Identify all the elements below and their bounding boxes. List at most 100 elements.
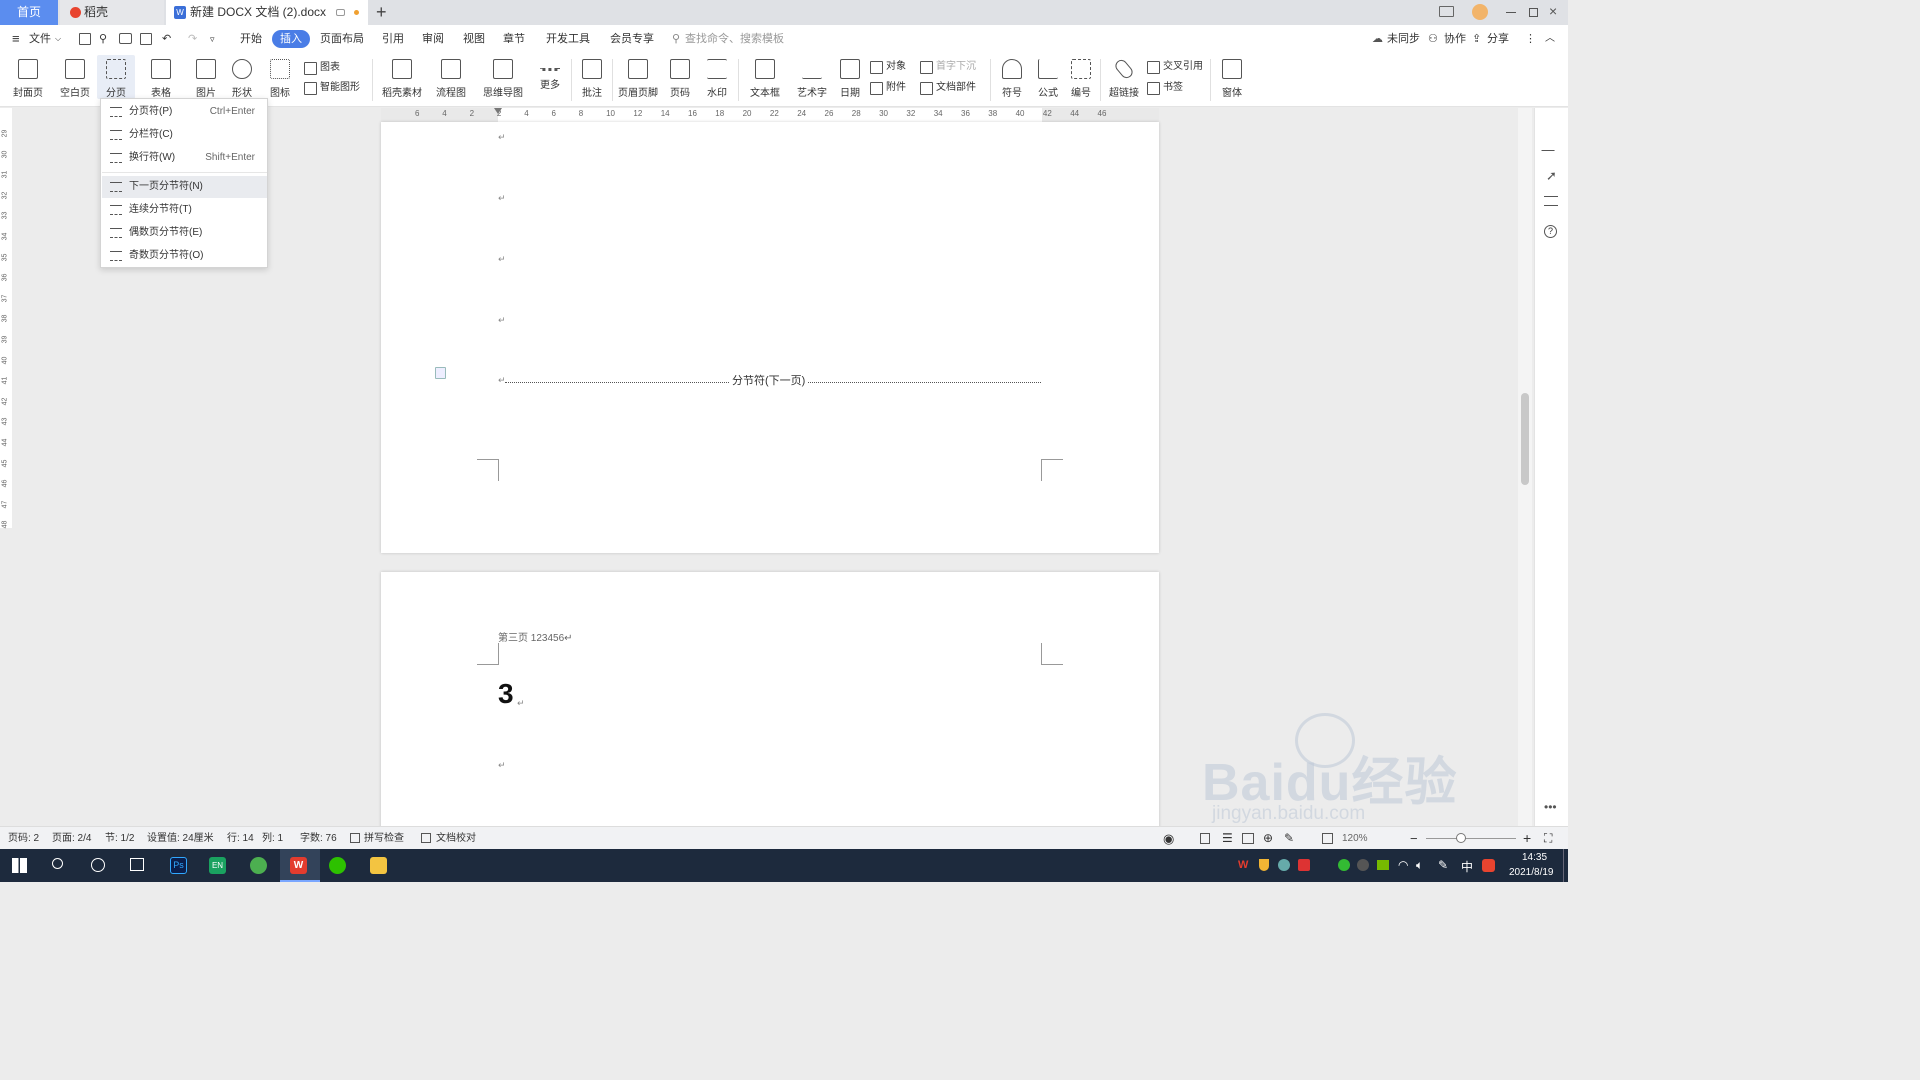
menu-item-line-break[interactable]: 换行符(W) Shift+Enter xyxy=(102,147,267,169)
numbering-button[interactable]: 编号 xyxy=(1061,55,1101,99)
header-footer-button[interactable]: 页眉页脚 xyxy=(616,55,660,99)
blank-page-button[interactable]: 空白页 xyxy=(55,55,95,99)
tab-insert[interactable]: 插入 xyxy=(272,30,310,48)
indent-marker[interactable] xyxy=(494,108,502,114)
print-preview-icon[interactable] xyxy=(140,33,152,45)
pin-icon[interactable]: ⚲ xyxy=(99,25,107,53)
file-explorer-icon[interactable] xyxy=(370,857,387,874)
tray-security-icon[interactable] xyxy=(1298,859,1310,871)
nvidia-icon[interactable] xyxy=(1377,860,1389,870)
photoshop-icon[interactable]: Ps xyxy=(170,857,187,874)
browser-icon[interactable] xyxy=(250,857,267,874)
more-options-icon[interactable]: ••• xyxy=(1544,800,1557,814)
page-view-icon[interactable] xyxy=(1200,833,1210,844)
flowchart-button[interactable]: 流程图 xyxy=(431,55,471,99)
status-pages[interactable]: 页面: 2/4 xyxy=(52,827,91,850)
collab-button[interactable]: 协作 xyxy=(1444,25,1466,53)
doc-parts-button[interactable]: 文档部件 xyxy=(920,79,976,97)
close-button[interactable]: × xyxy=(1549,3,1557,19)
smart-shape-button[interactable]: 智能图形 xyxy=(304,79,360,97)
zoom-out-button[interactable]: − xyxy=(1410,827,1418,850)
textbox-button[interactable]: 文本框 xyxy=(745,55,785,99)
cross-ref-button[interactable]: 交叉引用 xyxy=(1147,58,1203,76)
hyperlink-button[interactable]: 超链接 xyxy=(1104,55,1144,99)
reading-view-icon[interactable] xyxy=(1242,833,1254,844)
form-button[interactable]: 窗体 xyxy=(1212,55,1252,99)
spellcheck-button[interactable]: 拼写检查 xyxy=(364,827,404,850)
avatar[interactable] xyxy=(1472,4,1488,20)
unsync-button[interactable]: 未同步 xyxy=(1387,25,1420,53)
undo-icon[interactable]: ↶ xyxy=(162,25,171,53)
wordart-button[interactable]: 艺术字 xyxy=(792,55,832,99)
more-button[interactable]: 更多 xyxy=(530,55,570,91)
sogou-ime-icon[interactable] xyxy=(1482,859,1495,872)
tray-green-icon[interactable] xyxy=(1338,859,1350,871)
clock-time[interactable]: 14:35 xyxy=(1522,852,1547,863)
zoom-slider[interactable] xyxy=(1426,838,1516,839)
menu-file[interactable]: 文件 xyxy=(29,25,51,53)
save-icon[interactable] xyxy=(79,33,91,45)
restore-button[interactable] xyxy=(1529,8,1538,17)
share-button[interactable]: 分享 xyxy=(1487,25,1509,53)
icons-button[interactable]: 图标 xyxy=(260,55,300,99)
chart-button[interactable]: 图表 xyxy=(304,59,340,77)
symbol-button[interactable]: 符号 xyxy=(992,55,1032,99)
watermark-button[interactable]: 水印 xyxy=(697,55,737,99)
zoom-slider-handle[interactable] xyxy=(1456,833,1466,843)
proofread-button[interactable]: 文档校对 xyxy=(436,827,476,850)
cortana-icon[interactable] xyxy=(91,858,105,872)
tab-developer[interactable]: 开发工具 xyxy=(546,25,590,53)
menu-item-odd-page-section-break[interactable]: 奇数页分节符(O) xyxy=(102,245,267,267)
tab-member[interactable]: 会员专享 xyxy=(610,25,654,53)
adjust-settings-icon[interactable] xyxy=(1544,196,1558,206)
ime-indicator[interactable]: 中 xyxy=(1461,858,1473,875)
tab-start[interactable]: 开始 xyxy=(240,25,262,53)
tab-review[interactable]: 审阅 xyxy=(422,25,444,53)
status-page-code[interactable]: 页码: 2 xyxy=(8,827,39,850)
fit-page-icon[interactable] xyxy=(1322,833,1333,844)
volume-icon[interactable]: 🔈︎ xyxy=(1416,858,1423,873)
pen-icon[interactable]: ✎ xyxy=(1438,858,1448,872)
status-words[interactable]: 字数: 76 xyxy=(300,827,337,850)
tab-daoke[interactable]: 稻壳 xyxy=(60,0,164,25)
more-icon[interactable]: ⋮ xyxy=(1525,25,1536,53)
tab-page-layout[interactable]: 页面布局 xyxy=(320,25,364,53)
search-icon[interactable] xyxy=(52,858,63,869)
monitor-icon[interactable] xyxy=(336,9,345,16)
menu-item-continuous-section-break[interactable]: 连续分节符(T) xyxy=(102,199,267,221)
shape-button[interactable]: 形状 xyxy=(222,55,262,99)
status-setting[interactable]: 设置值: 24厘米 xyxy=(147,827,214,850)
vertical-ruler[interactable]: 29 30 31 32 33 34 35 36 37 38 39 40 41 42 43 44 45 46 47 48 xyxy=(0,108,12,529)
comment-button[interactable]: 批注 xyxy=(572,55,612,99)
scrollbar-thumb[interactable] xyxy=(1521,393,1529,485)
eye-protection-icon[interactable]: ◉ xyxy=(1163,827,1174,850)
object-button[interactable]: 对象 xyxy=(870,58,906,76)
page-3[interactable]: 第三页 123456↵ 3 ↵ ↵ xyxy=(381,572,1159,832)
mindmap-button[interactable]: 思维导图 xyxy=(479,55,527,99)
zoom-in-button[interactable]: + xyxy=(1523,827,1531,850)
redo-icon[interactable]: ↷ xyxy=(188,25,197,53)
tab-view[interactable]: 视图 xyxy=(463,25,485,53)
cover-page-button[interactable]: 封面页 xyxy=(8,55,48,99)
tab-chapter[interactable]: 章节 xyxy=(503,25,525,53)
daoke-material-button[interactable]: 稻壳素材 xyxy=(381,55,423,99)
windows-start-icon[interactable] xyxy=(12,858,27,873)
status-col[interactable]: 列: 1 xyxy=(262,827,283,850)
bookmark-button[interactable]: 书签 xyxy=(1147,79,1183,97)
customize-icon[interactable]: ▿ xyxy=(210,25,215,53)
web-view-icon[interactable]: ⊕ xyxy=(1263,827,1273,850)
zoom-level[interactable]: 120% xyxy=(1342,827,1368,850)
tray-app-icon[interactable] xyxy=(1357,859,1369,871)
picture-button[interactable]: 图片 xyxy=(186,55,226,99)
wifi-icon[interactable]: ◠ xyxy=(1398,858,1408,872)
page-break-button[interactable]: 分页 xyxy=(97,55,135,99)
tab-document[interactable]: W 新建 DOCX 文档 (2).docx xyxy=(166,0,368,25)
status-section[interactable]: 节: 1/2 xyxy=(105,827,134,850)
fullscreen-icon[interactable]: ⛶ xyxy=(1544,827,1552,850)
paste-options-icon[interactable] xyxy=(435,367,446,379)
horizontal-ruler[interactable]: 6 4 2 2 4 6 8 10 12 14 16 18 20 22 24 26 28 30 32 34 36 38 40 4… xyxy=(381,108,1159,122)
vertical-scrollbar[interactable] xyxy=(1518,108,1532,826)
minimize-button[interactable] xyxy=(1506,12,1516,13)
menu-item-page-break[interactable]: 分页符(P) Ctrl+Enter xyxy=(102,101,267,123)
page-number-button[interactable]: 页码 xyxy=(660,55,700,99)
